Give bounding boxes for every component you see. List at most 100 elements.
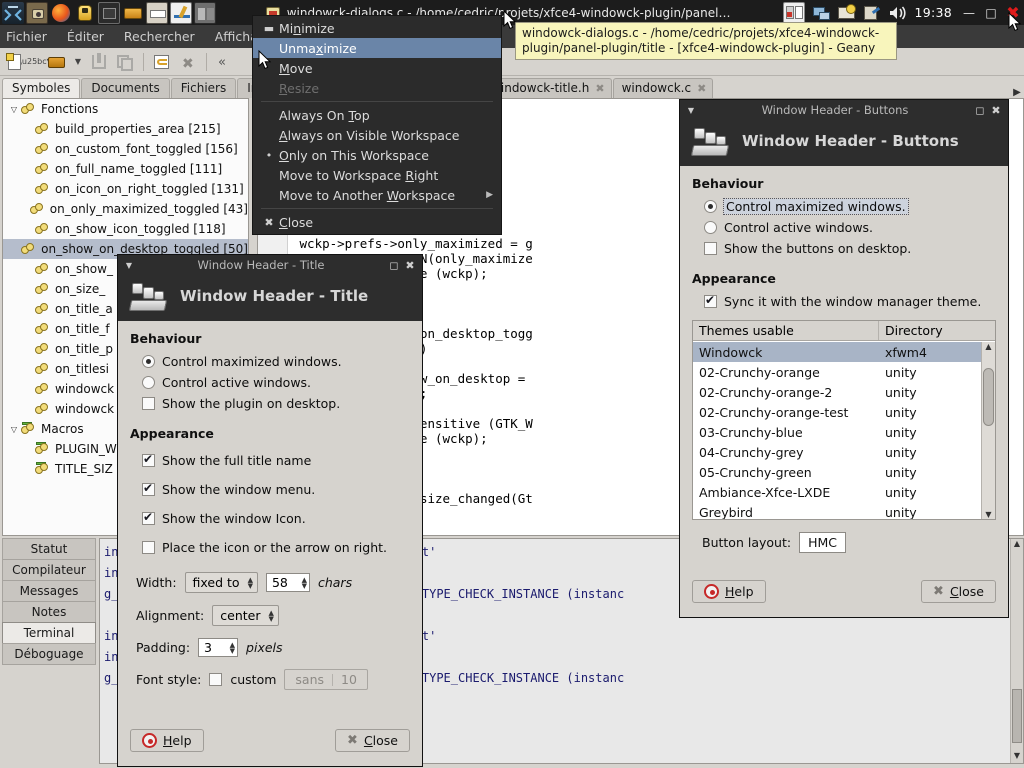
window-maximize-button[interactable]: □ — [980, 2, 1002, 24]
table-row[interactable]: Windowckxfwm4 — [693, 342, 981, 362]
window-minimize-button[interactable]: — — [958, 2, 980, 24]
tree-expander-icon[interactable]: ▽ — [7, 425, 21, 434]
checkbox-icon[interactable] — [142, 512, 155, 525]
width-value-spinbutton[interactable]: 58 ▲▼ — [266, 573, 310, 592]
open-file-icon[interactable] — [46, 52, 68, 72]
scroll-up-icon[interactable]: ▲ — [1011, 539, 1023, 551]
msgtab-statut[interactable]: Statut — [2, 538, 96, 560]
alignment-combobox[interactable]: center ▲▼ — [212, 605, 279, 626]
checkbox-icon[interactable] — [142, 397, 155, 410]
wm-menu-item-only-this-workspace[interactable]: • Only on This Workspace — [253, 145, 501, 165]
open-file-dropdown-icon[interactable]: ▼ — [72, 52, 84, 72]
window-menu-icon[interactable]: ▼ — [122, 261, 136, 270]
panel-clock[interactable]: 19:38 — [908, 5, 958, 20]
window-menu-icon[interactable]: ▼ — [684, 106, 698, 115]
editor-icon[interactable] — [170, 2, 192, 24]
filemanager-icon[interactable] — [122, 2, 144, 24]
wm-menu-item-move-workspace-right[interactable]: Move to Workspace Right — [253, 165, 501, 185]
close-tab-icon[interactable]: ✖ — [697, 82, 706, 95]
themes-rows[interactable]: Windowckxfwm402-Crunchy-orangeunity02-Cr… — [693, 342, 981, 519]
maximize-icon[interactable]: ◻ — [972, 104, 988, 117]
checkbox-icon[interactable] — [704, 242, 717, 255]
menu-rechercher[interactable]: Rechercher — [124, 29, 195, 44]
buttons-radio-control-maximized-row[interactable]: Control maximized windows. — [704, 196, 996, 217]
scrollbar-thumb[interactable] — [983, 368, 994, 426]
spin-arrows-icon[interactable]: ▲▼ — [302, 577, 307, 589]
symbol-tree-row[interactable]: on_only_maximized_toggled [43] — [3, 199, 248, 219]
title-check-show-plugin-desktop-row[interactable]: Show the plugin on desktop. — [142, 393, 410, 414]
close-icon[interactable]: ✖ — [988, 104, 1004, 117]
title-check-full-title-row[interactable]: Show the full title name — [142, 446, 410, 475]
wm-menu-item-always-visible-workspace[interactable]: Always on Visible Workspace — [253, 125, 501, 145]
sidebar-tab-symboles[interactable]: Symboles — [2, 78, 80, 98]
navigate-back-icon[interactable]: « — [214, 52, 236, 72]
radio-icon[interactable] — [704, 221, 717, 234]
menu-fichier[interactable]: Fichier — [6, 29, 47, 44]
close-file-icon[interactable]: ✖ — [177, 52, 199, 72]
radio-icon[interactable] — [704, 200, 717, 213]
firefox-icon[interactable] — [50, 2, 72, 24]
buttons-radio-control-active-row[interactable]: Control active windows. — [704, 217, 996, 238]
window-manager-menu[interactable]: ▬ Minimize Unmaximize Move Resize Always… — [252, 15, 502, 235]
symbol-tree-row[interactable]: on_icon_on_right_toggled [131] — [3, 179, 248, 199]
buttons-check-sync-theme-row[interactable]: Sync it with the window manager theme. — [704, 291, 996, 312]
wm-menu-item-unmaximize[interactable]: Unmaximize — [253, 38, 501, 58]
menu-editer[interactable]: Éditer — [67, 29, 104, 44]
close-icon[interactable]: ✖ — [402, 259, 418, 272]
wm-menu-item-always-on-top[interactable]: Always On Top — [253, 105, 501, 125]
new-file-icon[interactable] — [4, 52, 26, 72]
sidebar-tab-fichiers[interactable]: Fichiers — [171, 78, 236, 98]
title-radio-control-maximized-row[interactable]: Control maximized windows. — [142, 351, 410, 372]
title-dialog-titlebar[interactable]: ▼ Window Header - Title ◻ ✖ — [118, 255, 422, 275]
radio-icon[interactable] — [142, 355, 155, 368]
font-chooser-button[interactable]: sans 10 — [284, 669, 368, 690]
gigolo-icon[interactable] — [74, 2, 96, 24]
themes-listview[interactable]: Themes usable Directory Windowckxfwm402-… — [692, 320, 996, 520]
pager-icon[interactable] — [783, 2, 805, 24]
table-row[interactable]: 05-Crunchy-greenunity — [693, 462, 981, 482]
symbol-tree-row[interactable]: build_properties_area [215] — [3, 119, 248, 139]
buttons-close-button[interactable]: ✖ Close — [921, 580, 996, 603]
table-row[interactable]: 02-Crunchy-orange-2unity — [693, 382, 981, 402]
themes-column-name[interactable]: Themes usable — [693, 321, 879, 340]
font-custom-checkbox[interactable] — [209, 673, 222, 686]
table-row[interactable]: Greybirdunity — [693, 502, 981, 519]
scroll-down-icon[interactable]: ▼ — [1011, 751, 1023, 763]
msgtab-compilateur[interactable]: Compilateur — [2, 559, 96, 581]
tree-expander-icon[interactable]: ▽ — [7, 105, 21, 114]
themes-scrollbar[interactable]: ▲ ▼ — [981, 342, 995, 519]
new-file-dropdown-icon[interactable]: \u25bc▼ — [30, 52, 42, 72]
xfce-logo-icon[interactable] — [2, 2, 24, 24]
msgtab-deboguage[interactable]: Déboguage — [2, 643, 96, 665]
table-row[interactable]: 02-Crunchy-orange-testunity — [693, 402, 981, 422]
volume-icon[interactable] — [886, 2, 908, 24]
symbol-tree-row[interactable]: ▽Fonctions — [3, 99, 248, 119]
terminal-scrollbar[interactable]: ▲ ▼ — [1010, 539, 1023, 763]
table-row[interactable]: 03-Crunchy-blueunity — [693, 422, 981, 442]
network-icon[interactable] — [811, 2, 833, 24]
table-row[interactable]: Ambiance-Xfce-LXDEunity — [693, 482, 981, 502]
terminal-icon[interactable] — [98, 2, 120, 24]
checkbox-icon[interactable] — [142, 454, 155, 467]
buttons-help-button[interactable]: Help — [692, 580, 766, 603]
revert-icon[interactable] — [151, 52, 173, 72]
mail-icon[interactable] — [836, 2, 858, 24]
doc-tab-windowck-c[interactable]: windowck.c ✖ — [613, 78, 714, 98]
wm-menu-item-minimize[interactable]: ▬ Minimize — [253, 18, 501, 38]
buttons-check-show-buttons-desktop-row[interactable]: Show the buttons on desktop. — [704, 238, 996, 259]
msgtab-messages[interactable]: Messages — [2, 580, 96, 602]
checkbox-icon[interactable] — [704, 295, 717, 308]
title-check-icon-on-right-row[interactable]: Place the icon or the arrow on right. — [142, 533, 410, 562]
msgtab-notes[interactable]: Notes — [2, 601, 96, 623]
symbol-tree-row[interactable]: on_custom_font_toggled [156] — [3, 139, 248, 159]
scroll-down-icon[interactable]: ▼ — [982, 510, 995, 519]
spin-arrows-icon[interactable]: ▲▼ — [230, 642, 235, 654]
msgtab-terminal[interactable]: Terminal — [2, 622, 96, 644]
checkbox-icon[interactable] — [142, 541, 155, 554]
wm-menu-item-move-another-workspace[interactable]: Move to Another Workspace ▶ — [253, 185, 501, 205]
width-mode-combobox[interactable]: fixed to ▲▼ — [185, 572, 258, 593]
wm-menu-item-move[interactable]: Move — [253, 58, 501, 78]
table-row[interactable]: 04-Crunchy-greyunity — [693, 442, 981, 462]
button-layout-field[interactable]: HMC — [799, 532, 846, 553]
radio-icon[interactable] — [142, 376, 155, 389]
